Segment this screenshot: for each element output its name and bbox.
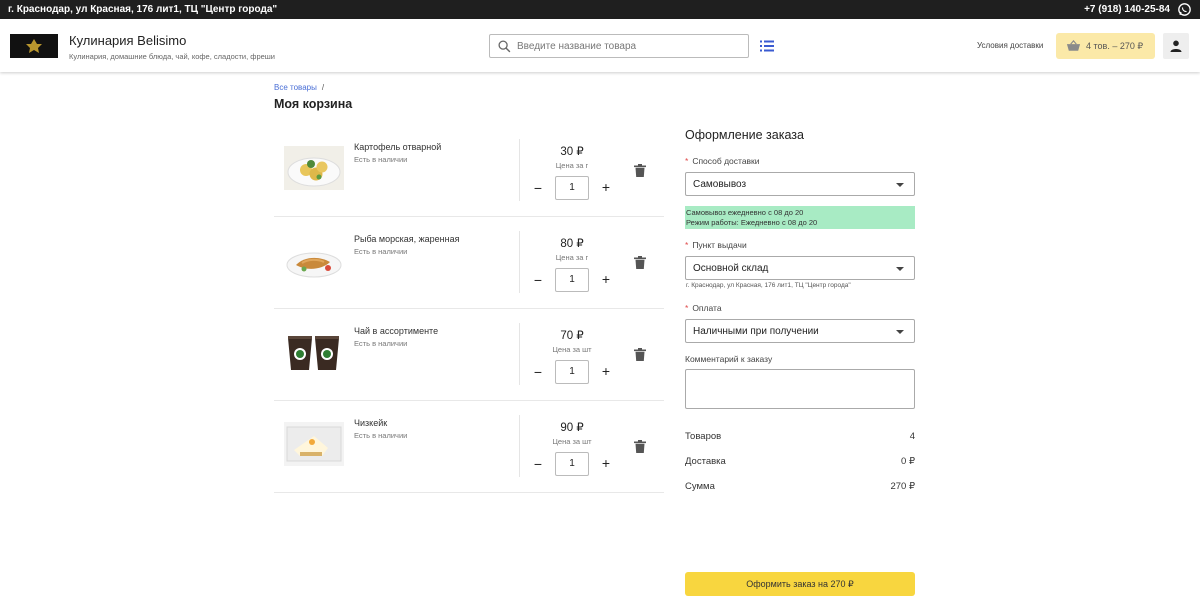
increase-qty-button[interactable]: + — [599, 455, 613, 471]
delivery-info-line: Самовывоз ежедневно с 08 до 20 — [686, 208, 804, 217]
payment-value: Наличными при получении — [693, 326, 819, 337]
store-phone[interactable]: +7 (918) 140-25-84 — [1084, 4, 1170, 15]
site-header: Кулинария Belisimo Кулинария, домашние б… — [0, 19, 1200, 72]
price-unit: Цена за шт — [552, 345, 592, 354]
decrease-qty-button[interactable]: − — [531, 456, 545, 472]
summary-goods-label: Товаров — [685, 431, 722, 442]
comment-label: Комментарий к заказу — [685, 354, 773, 364]
price-unit: Цена за г — [555, 253, 589, 262]
page-title: Моя корзина — [274, 97, 353, 111]
divider — [519, 323, 520, 385]
product-name[interactable]: Чизкейк — [354, 418, 387, 428]
top-bar: г. Краснодар, ул Красная, 176 лит1, ТЦ "… — [0, 0, 1200, 19]
working-hours-line: Режим работы: Ежедневно с 08 до 20 — [686, 218, 818, 227]
quantity-input[interactable]: 1 — [555, 360, 589, 384]
summary-total-label: Сумма — [685, 481, 715, 492]
delivery-info-box: Самовывоз ежедневно с 08 до 20 Режим раб… — [685, 206, 915, 229]
cart-item: Чай в ассортименте Есть в наличии 70 ₽ Ц… — [274, 309, 664, 401]
payment-label-text: Оплата — [692, 303, 722, 313]
search-box[interactable] — [489, 34, 749, 58]
quantity-input[interactable]: 1 — [555, 268, 589, 292]
cart-item: Картофель отварной Есть в наличии 30 ₽ Ц… — [274, 125, 664, 217]
stock-status: Есть в наличии — [354, 155, 408, 164]
pickup-address: г. Краснодар, ул Красная, 176 лит1, ТЦ "… — [686, 282, 851, 289]
logo-emblem-icon — [26, 39, 42, 53]
breadcrumb: Все товары / — [274, 83, 324, 92]
delivery-terms-link[interactable]: Условия доставки — [977, 41, 1043, 50]
product-price: 70 ₽ — [560, 330, 584, 342]
required-mark: * — [685, 303, 689, 313]
delivery-method-value: Самовывоз — [693, 179, 747, 190]
summary-delivery-label: Доставка — [685, 456, 726, 467]
decrease-qty-button[interactable]: − — [531, 272, 545, 288]
product-name[interactable]: Рыба морская, жаренная — [354, 234, 460, 244]
search-input[interactable] — [517, 38, 742, 55]
required-mark: * — [685, 240, 689, 250]
brand-title[interactable]: Кулинария Belisimo — [69, 33, 186, 48]
delivery-method-select[interactable]: Самовывоз — [685, 172, 915, 196]
pickup-point-value: Основной склад — [693, 263, 769, 274]
divider — [519, 231, 520, 293]
payment-select[interactable]: Наличными при получении — [685, 319, 915, 343]
summary-total-value: 270 ₽ — [890, 481, 915, 492]
price-unit: Цена за шт — [552, 437, 592, 446]
quantity-input[interactable]: 1 — [555, 176, 589, 200]
product-name[interactable]: Чай в ассортименте — [354, 326, 438, 336]
increase-qty-button[interactable]: + — [599, 179, 613, 195]
store-address: г. Краснодар, ул Красная, 176 лит1, ТЦ "… — [8, 4, 278, 15]
product-image[interactable] — [284, 238, 344, 282]
summary-delivery-value: 0 ₽ — [901, 456, 915, 467]
cart-item: Рыба морская, жаренная Есть в наличии 80… — [274, 217, 664, 309]
product-price: 80 ₽ — [560, 238, 584, 250]
product-image[interactable] — [284, 330, 344, 374]
stock-status: Есть в наличии — [354, 247, 408, 256]
place-order-button[interactable]: Оформить заказ на 270 ₽ — [685, 572, 915, 596]
pickup-point-select[interactable]: Основной склад — [685, 256, 915, 280]
product-image[interactable] — [284, 146, 344, 190]
required-mark: * — [685, 156, 689, 166]
breadcrumb-all-goods[interactable]: Все товары — [274, 83, 317, 92]
breadcrumb-separator: / — [321, 83, 325, 92]
belisimo-logo[interactable] — [10, 34, 58, 58]
user-icon — [1170, 40, 1182, 52]
trash-icon[interactable] — [634, 164, 646, 177]
product-price: 30 ₽ — [560, 146, 584, 158]
brand-subtitle: Кулинария, домашние блюда, чай, кофе, сл… — [69, 52, 275, 61]
pickup-point-label: * Пункт выдачи — [685, 240, 747, 250]
basket-icon — [1066, 40, 1081, 51]
trash-icon[interactable] — [634, 348, 646, 361]
quantity-input[interactable]: 1 — [555, 452, 589, 476]
trash-icon[interactable] — [634, 440, 646, 453]
cart-item: Чизкейк Есть в наличии 90 ₽ Цена за шт −… — [274, 401, 664, 493]
delivery-method-label: * Способ доставки — [685, 156, 760, 166]
catalog-list-icon[interactable] — [760, 40, 774, 52]
divider — [519, 415, 520, 477]
decrease-qty-button[interactable]: − — [531, 180, 545, 196]
cart-summary: 4 тов. – 270 ₽ — [1086, 41, 1144, 51]
price-unit: Цена за г — [555, 161, 589, 170]
search-icon — [498, 40, 511, 53]
chevron-down-icon — [896, 183, 904, 187]
order-form-title: Оформление заказа — [685, 128, 804, 142]
pickup-point-label-text: Пункт выдачи — [692, 240, 747, 250]
chevron-down-icon — [896, 330, 904, 334]
product-image[interactable] — [284, 422, 344, 466]
decrease-qty-button[interactable]: − — [531, 364, 545, 380]
trash-icon[interactable] — [634, 256, 646, 269]
stock-status: Есть в наличии — [354, 339, 408, 348]
delivery-method-label-text: Способ доставки — [692, 156, 760, 166]
increase-qty-button[interactable]: + — [599, 271, 613, 287]
chevron-down-icon — [896, 267, 904, 271]
stock-status: Есть в наличии — [354, 431, 408, 440]
divider — [519, 139, 520, 201]
product-price: 90 ₽ — [560, 422, 584, 434]
product-name[interactable]: Картофель отварной — [354, 142, 441, 152]
whatsapp-icon[interactable] — [1178, 3, 1191, 16]
cart-button[interactable]: 4 тов. – 270 ₽ — [1056, 33, 1155, 59]
summary-goods-value: 4 — [909, 431, 915, 442]
comment-textarea[interactable] — [685, 369, 915, 409]
account-button[interactable] — [1163, 33, 1189, 59]
increase-qty-button[interactable]: + — [599, 363, 613, 379]
payment-label: * Оплата — [685, 303, 722, 313]
